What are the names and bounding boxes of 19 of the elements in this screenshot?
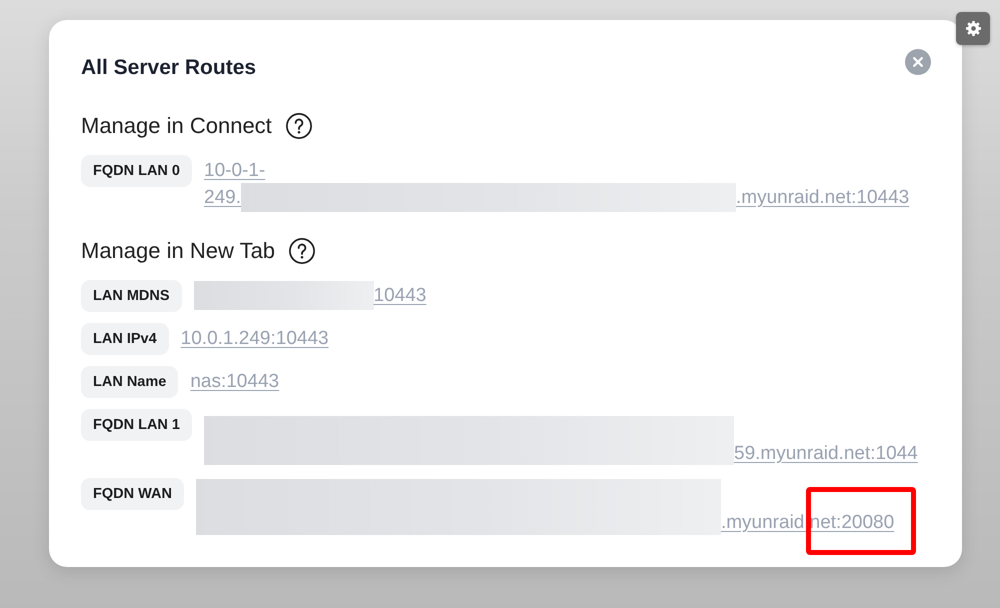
route-link[interactable]: 10443 (194, 280, 426, 309)
route-link[interactable]: 59.myunraid.net:1044 (204, 409, 918, 467)
route-link[interactable]: 10.0.1.249:10443 (180, 323, 329, 352)
route-link[interactable]: 10-0-1- 249. .myunraid.net:10443 (204, 155, 931, 211)
dialog-title: All Server Routes (81, 55, 256, 81)
gear-icon (966, 21, 980, 36)
route-link[interactable]: nas:10443 (190, 366, 280, 395)
close-icon (913, 57, 923, 67)
route-label: FQDN LAN 1 (81, 409, 192, 441)
section-heading: Manage in New Tab (81, 237, 276, 265)
route-label: LAN Name (81, 366, 178, 398)
route-label: FQDN WAN (81, 478, 184, 510)
route-label: LAN IPv4 (81, 323, 169, 355)
help-icon[interactable] (289, 238, 316, 264)
section-heading: Manage in Connect (81, 112, 272, 140)
route-label: FQDN LAN 0 (81, 155, 192, 187)
help-icon[interactable] (286, 113, 312, 139)
route-label: LAN MDNS (81, 280, 182, 312)
settings-button[interactable] (956, 12, 990, 45)
